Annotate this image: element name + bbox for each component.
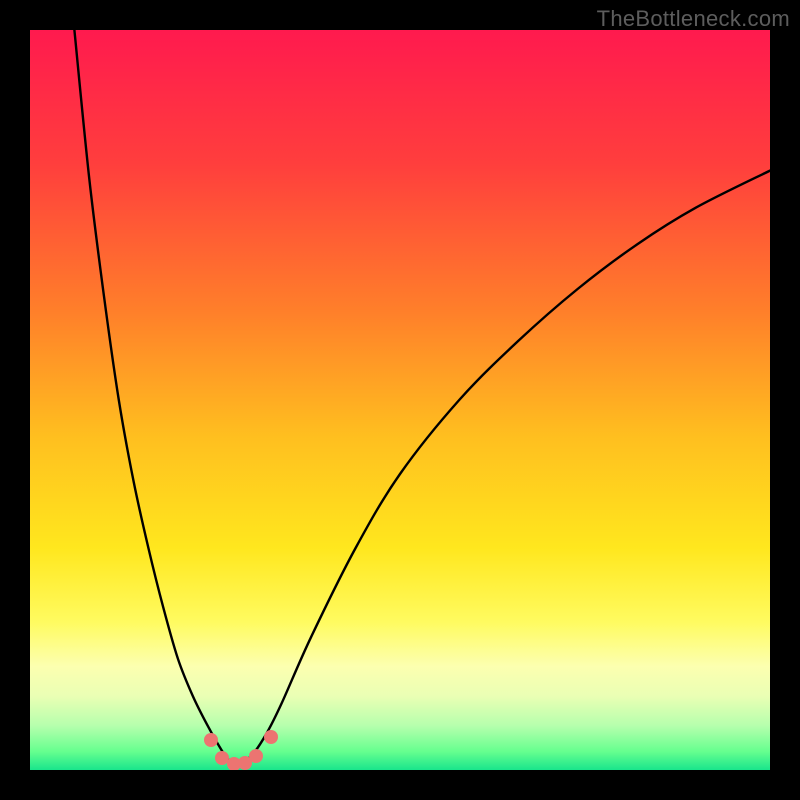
marker-layer xyxy=(30,30,770,770)
watermark-text: TheBottleneck.com xyxy=(597,6,790,32)
chart-frame: TheBottleneck.com xyxy=(0,0,800,800)
plot-area xyxy=(30,30,770,770)
data-marker xyxy=(264,730,278,744)
data-marker xyxy=(204,733,218,747)
data-marker xyxy=(249,749,263,763)
